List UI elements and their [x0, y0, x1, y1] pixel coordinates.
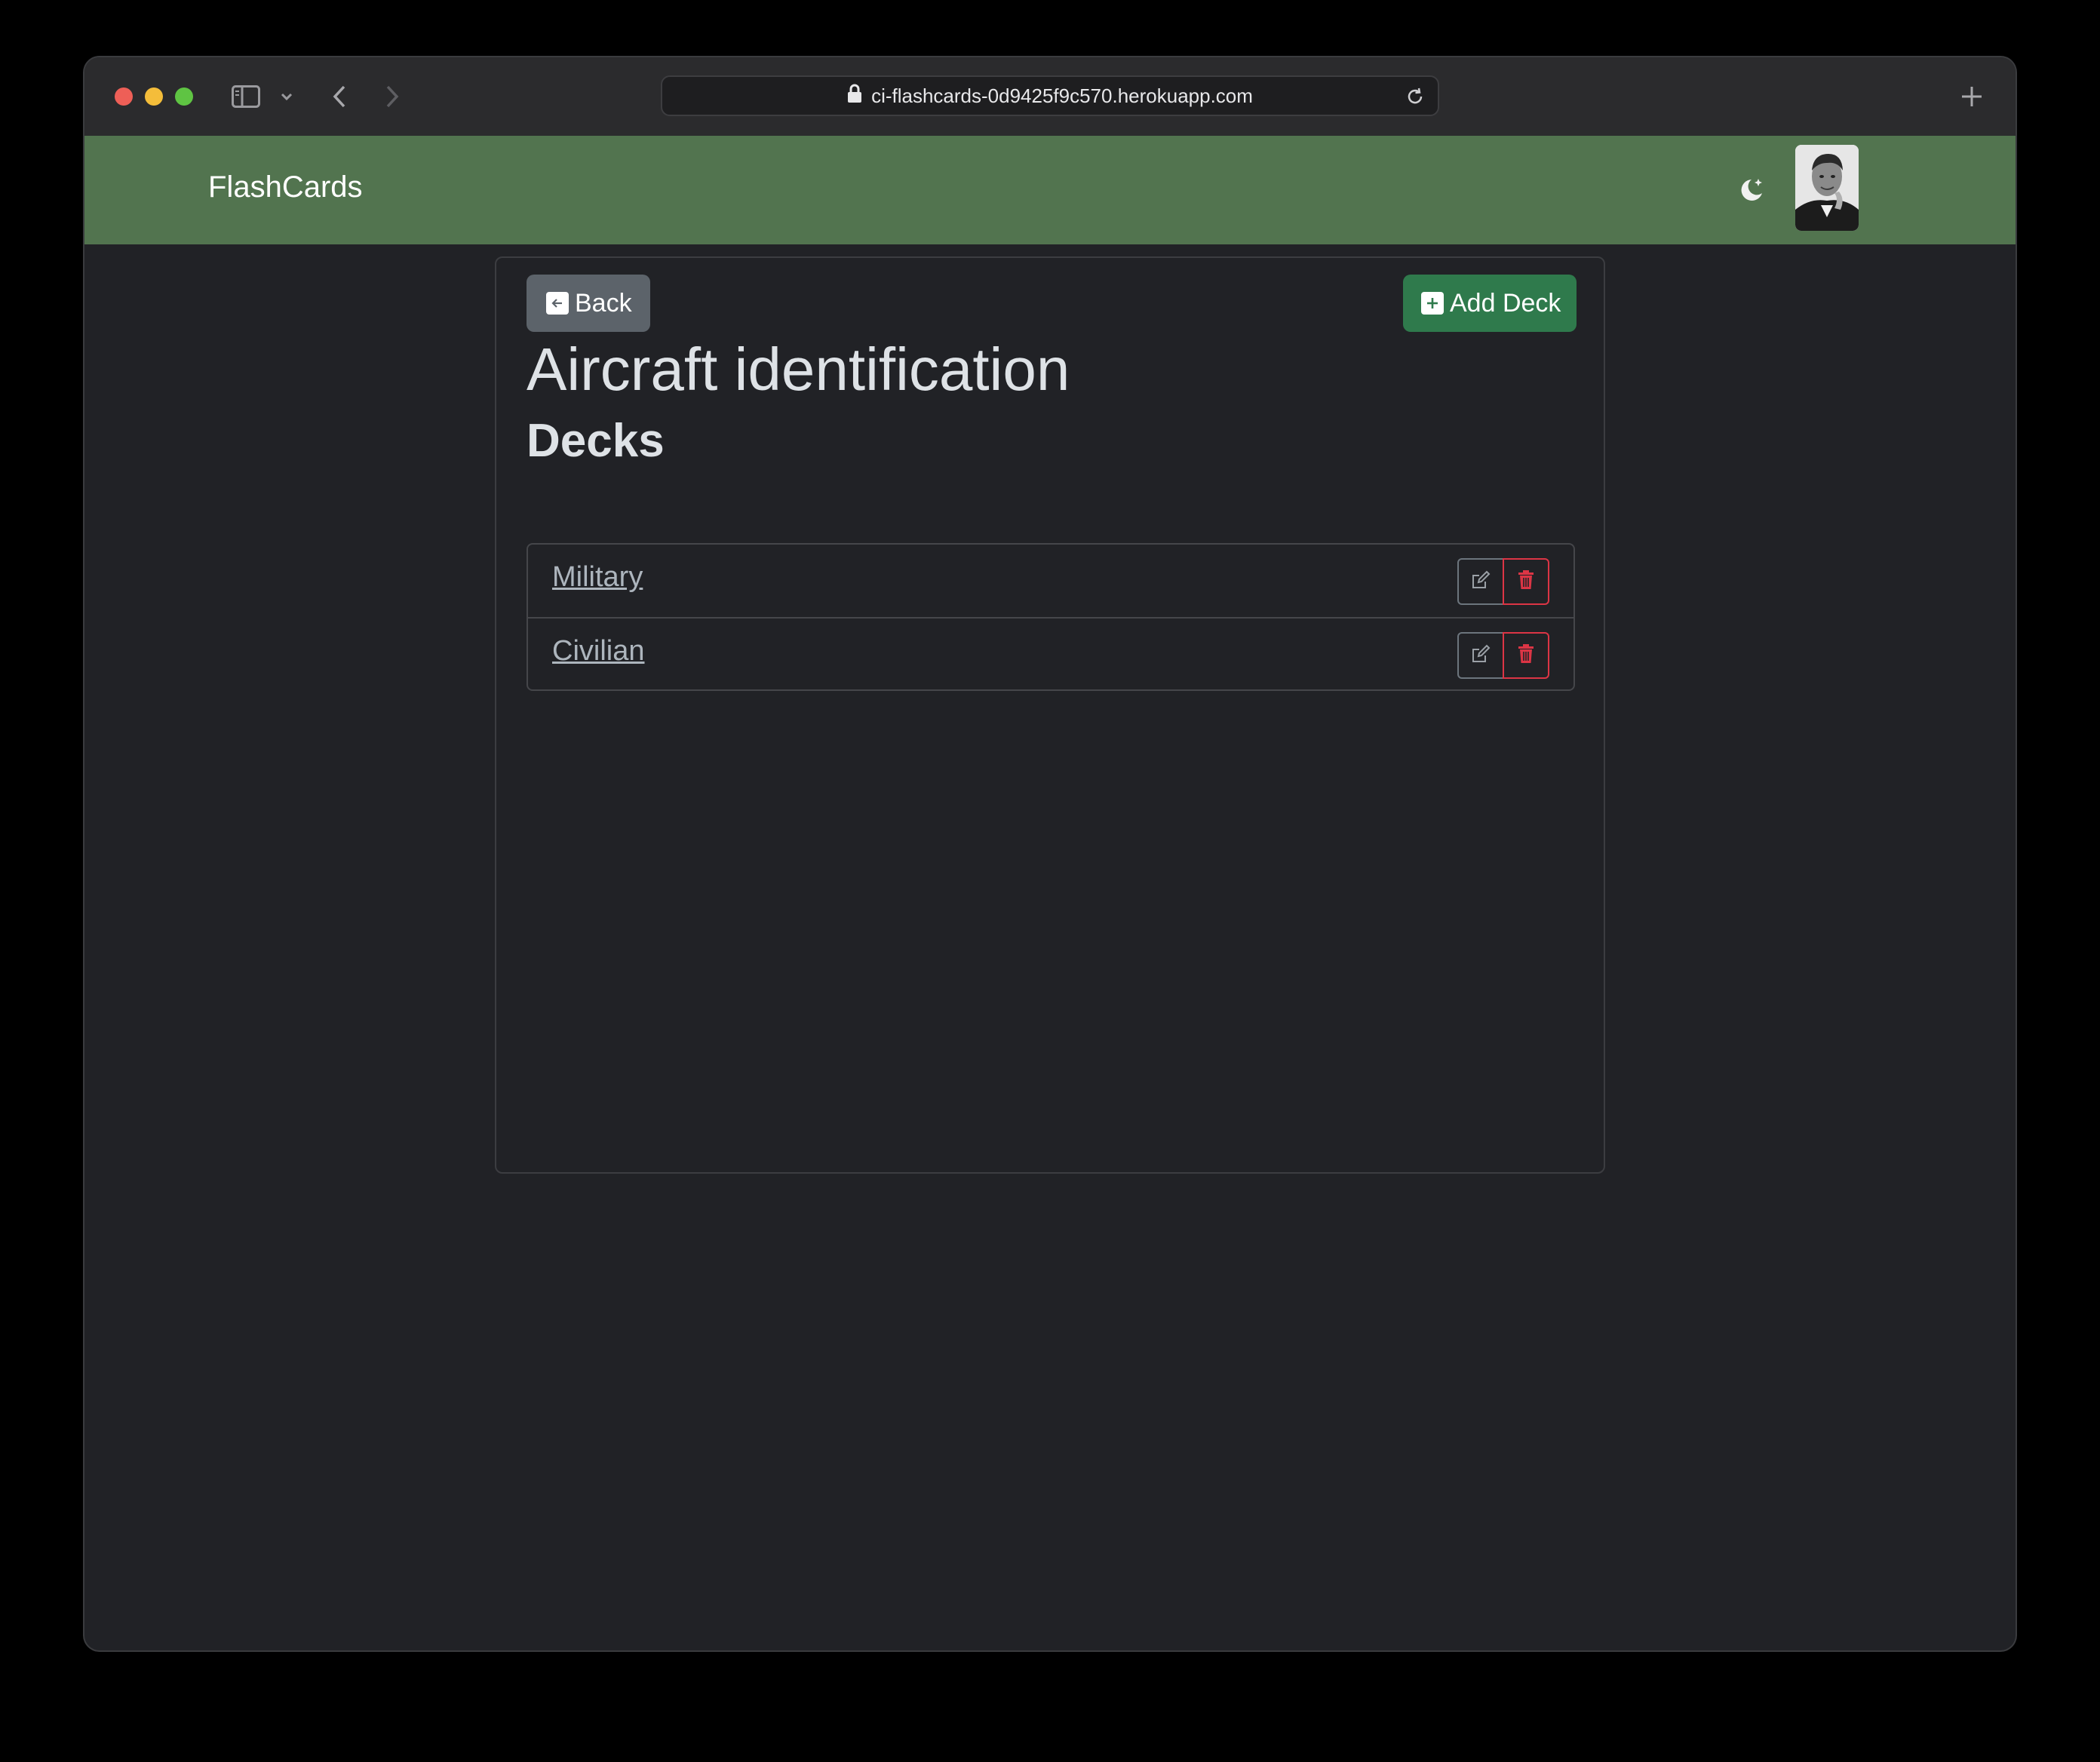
trash-icon — [1516, 643, 1536, 668]
list-item: Military — [528, 545, 1573, 617]
page-title: Aircraft identification — [527, 336, 1070, 403]
add-deck-button-label: Add Deck — [1450, 288, 1561, 318]
app-navbar: FlashCards — [84, 136, 2016, 244]
lock-icon — [847, 84, 862, 109]
deck-link-military[interactable]: Military — [552, 561, 643, 594]
delete-deck-button[interactable] — [1503, 632, 1549, 679]
browser-forward-icon[interactable] — [377, 77, 407, 116]
section-title: Decks — [527, 415, 665, 467]
browser-back-icon[interactable] — [324, 77, 355, 116]
sidebar-toggle-icon[interactable] — [229, 77, 262, 116]
address-bar[interactable]: ci-flashcards-0d9425f9c570.herokuapp.com — [661, 75, 1439, 116]
minimize-window-button[interactable] — [145, 87, 163, 106]
pencil-square-icon — [1470, 569, 1491, 594]
new-tab-icon[interactable] — [1955, 77, 1988, 116]
close-window-button[interactable] — [115, 87, 133, 106]
back-button[interactable]: Back — [527, 275, 650, 332]
deck-link-civilian[interactable]: Civilian — [552, 635, 644, 668]
deck-actions — [1457, 558, 1549, 605]
add-deck-button[interactable]: Add Deck — [1403, 275, 1577, 332]
list-item: Civilian — [528, 617, 1573, 689]
delete-deck-button[interactable] — [1503, 558, 1549, 605]
chevron-down-icon[interactable] — [276, 77, 297, 116]
browser-toolbar: ci-flashcards-0d9425f9c570.herokuapp.com — [84, 57, 2016, 137]
arrow-left-square-icon — [546, 292, 569, 315]
deck-actions — [1457, 632, 1549, 679]
brand-link[interactable]: FlashCards — [208, 170, 363, 204]
avatar[interactable] — [1795, 145, 1859, 231]
maximize-window-button[interactable] — [175, 87, 193, 106]
deck-card: Back Add Deck Aircraft identification De… — [495, 256, 1605, 1174]
pencil-square-icon — [1470, 643, 1491, 668]
edit-deck-button[interactable] — [1457, 632, 1504, 679]
moon-stars-icon[interactable] — [1735, 173, 1768, 207]
reload-icon[interactable] — [1403, 84, 1427, 109]
back-button-label: Back — [575, 288, 632, 318]
browser-window: ci-flashcards-0d9425f9c570.herokuapp.com… — [84, 57, 2016, 1650]
deck-list: Military Civilian — [527, 543, 1575, 691]
url-text: ci-flashcards-0d9425f9c570.herokuapp.com — [871, 84, 1253, 107]
plus-square-icon — [1421, 292, 1444, 315]
edit-deck-button[interactable] — [1457, 558, 1504, 605]
trash-icon — [1516, 569, 1536, 594]
